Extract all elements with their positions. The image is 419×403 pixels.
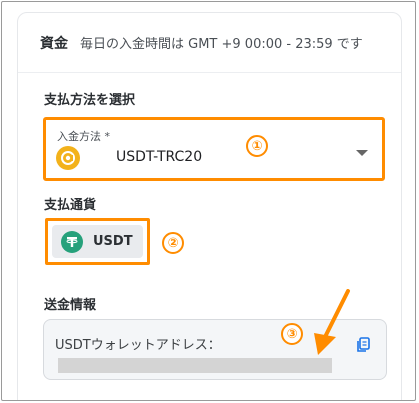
coin-icon <box>56 146 80 170</box>
chevron-down-icon[interactable] <box>356 150 368 156</box>
tether-icon <box>61 230 83 253</box>
card-header: 資金 毎日の入金時間は GMT +9 00:00 - 23:59 です <box>18 13 401 73</box>
screenshot-frame: 資金 毎日の入金時間は GMT +9 00:00 - 23:59 です 支払方法… <box>1 1 416 401</box>
selected-payment-method: USDT-TRC20 <box>116 149 203 165</box>
annotation-marker-1: ① <box>246 135 268 157</box>
payment-method-label: 支払方法を選択 <box>44 93 136 108</box>
wallet-address-label: USDTウォレットアドレス： <box>55 338 221 353</box>
annotation-marker-2: ② <box>162 232 184 254</box>
currency-label: 支払通貨 <box>44 198 97 213</box>
currency-value: USDT <box>93 234 133 249</box>
remittance-info-label: 送金情報 <box>44 298 97 313</box>
currency-highlight: USDT <box>45 218 150 265</box>
annotation-marker-3: ③ <box>281 323 303 345</box>
select-caption: 入金方法 * <box>57 130 110 143</box>
deposit-card: 資金 毎日の入金時間は GMT +9 00:00 - 23:59 です 支払方法… <box>17 12 402 400</box>
header-title: 資金 <box>40 35 68 52</box>
payment-method-select[interactable]: 入金方法 * USDT-TRC20 <box>43 117 385 181</box>
annotation-arrow-icon <box>314 289 350 355</box>
currency-chip-usdt[interactable]: USDT <box>52 225 143 258</box>
wallet-address-redacted <box>58 358 332 373</box>
deposit-hours-text: 毎日の入金時間は GMT +9 00:00 - 23:59 です <box>80 37 363 52</box>
